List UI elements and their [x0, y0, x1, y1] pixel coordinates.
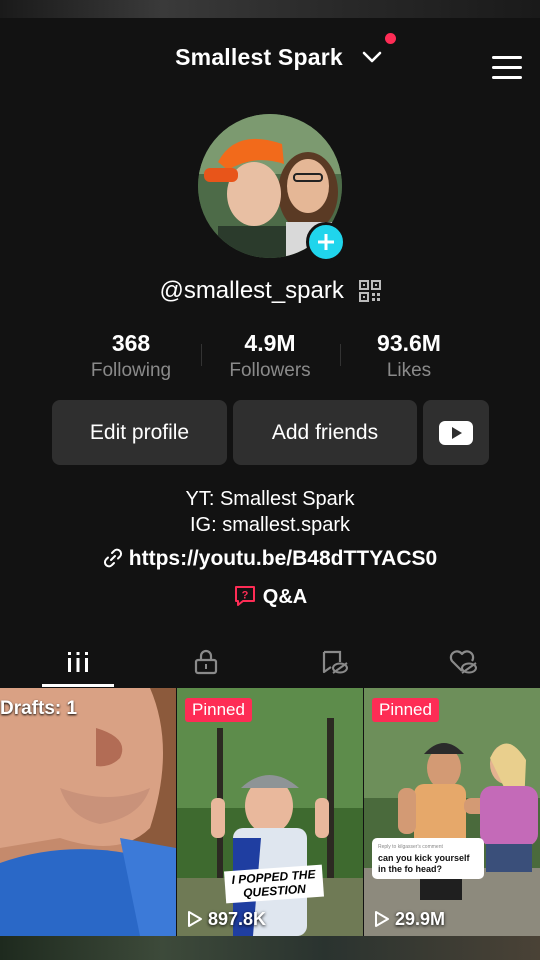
active-tab-indicator	[42, 684, 114, 687]
next-row-preview	[0, 936, 540, 960]
link-icon	[103, 548, 122, 568]
view-count: 897.8K	[187, 909, 266, 930]
stat-following[interactable]: 368 Following	[62, 330, 200, 382]
username: @smallest_spark	[159, 276, 344, 304]
stat-label: Likes	[386, 360, 432, 381]
tab-private[interactable]	[138, 636, 273, 688]
video-thumbnail	[0, 688, 176, 936]
menu-icon[interactable]	[492, 56, 524, 82]
pinned-badge: Pinned	[372, 698, 439, 722]
account-name: Smallest Spark	[175, 44, 343, 70]
drafts-tile[interactable]: Drafts: 1	[0, 688, 176, 936]
video-grid: Drafts: 1 Pinned I POPPED THE QUESTION 8…	[0, 688, 540, 936]
edit-profile-button[interactable]: Edit profile	[52, 400, 227, 465]
view-count-text: 29.9M	[395, 909, 446, 929]
bio: YT: Smallest Spark IG: smallest.spark	[0, 486, 540, 538]
pinned-video-tile[interactable]: Pinned I POPPED THE QUESTION 897.8K	[177, 688, 363, 936]
chevron-down-icon[interactable]	[362, 50, 382, 64]
video-thumbnail	[364, 688, 540, 936]
stat-label: Followers	[229, 360, 311, 381]
video-caption-overlay: I POPPED THE QUESTION	[224, 864, 324, 904]
comment-reply-sticker: Reply to kilgasser's comment can you kic…	[372, 838, 484, 879]
tab-reposts[interactable]	[267, 636, 402, 688]
qa-label: Q&A	[262, 586, 308, 608]
liked-icon	[449, 650, 477, 674]
pinned-badge: Pinned	[185, 698, 252, 722]
pinned-video-tile[interactable]: Pinned Reply to kilgasser's comment can …	[364, 688, 540, 936]
add-friends-button[interactable]: Add friends	[233, 400, 417, 465]
question-icon: ?	[234, 586, 255, 606]
plus-icon	[318, 234, 334, 250]
bio-link[interactable]: https://youtu.be/B48dTTYACS0	[0, 547, 540, 571]
tab-liked[interactable]	[395, 636, 530, 688]
notification-dot	[385, 33, 396, 44]
view-count: 29.9M	[374, 909, 445, 930]
comment-text: can you kick yourself in the fo head?	[378, 853, 470, 874]
saved-icon	[322, 650, 348, 674]
qr-code-icon[interactable]	[358, 279, 381, 302]
tab-videos[interactable]	[10, 636, 145, 688]
stat-label: Following	[90, 360, 172, 381]
drafts-label: Drafts: 1	[0, 698, 78, 719]
youtube-button[interactable]	[423, 400, 489, 465]
comment-header: Reply to kilgasser's comment	[378, 844, 443, 850]
youtube-icon	[439, 420, 473, 445]
profile-header: Smallest Spark	[0, 33, 540, 82]
svg-text:?: ?	[241, 590, 248, 602]
bio-line: IG: smallest.spark	[189, 514, 351, 536]
add-avatar-button[interactable]	[306, 222, 346, 262]
bio-link-text: https://youtu.be/B48dTTYACS0	[128, 547, 438, 570]
stat-followers[interactable]: 4.9M Followers	[201, 330, 339, 382]
qa-link[interactable]: ? Q&A	[0, 584, 540, 609]
lock-icon	[194, 649, 217, 675]
play-icon	[188, 911, 202, 927]
content-tabs	[0, 636, 540, 688]
stat-value: 93.6M	[377, 330, 441, 356]
videos-grid-icon	[67, 652, 88, 672]
profile-stats: 368 Following 4.9M Followers 93.6M Likes	[62, 330, 478, 384]
stat-value: 368	[111, 330, 151, 356]
view-count-text: 897.8K	[208, 909, 267, 929]
bio-line: YT: Smallest Spark	[185, 488, 355, 510]
play-icon	[375, 911, 389, 927]
username-row: @smallest_spark	[0, 276, 540, 305]
status-strip	[0, 0, 540, 18]
stat-likes[interactable]: 93.6M Likes	[340, 330, 478, 382]
stat-value: 4.9M	[244, 330, 296, 356]
